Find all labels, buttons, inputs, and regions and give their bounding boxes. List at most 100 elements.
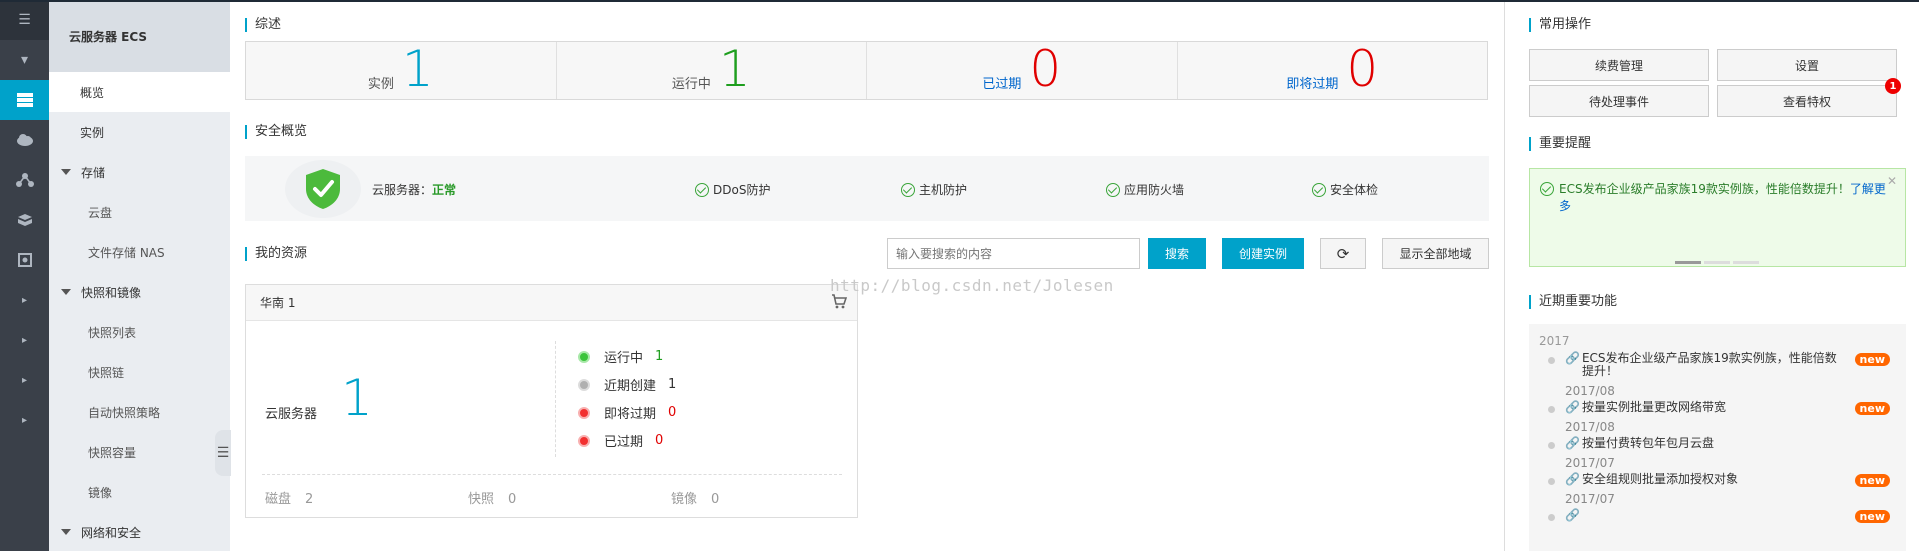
link-icon: 🔗 (1565, 472, 1580, 486)
cart-icon[interactable] (831, 294, 848, 313)
overview-label: 实例 (367, 77, 394, 92)
overview-count: 1 (718, 40, 751, 98)
link-icon: 🔗 (1565, 436, 1580, 450)
security-check-scan[interactable]: 安全体检 (1312, 181, 1378, 198)
sidebar-item[interactable]: 文件存储 NAS (49, 232, 230, 272)
overview-label[interactable]: 已过期 (982, 73, 1021, 92)
overview-label[interactable]: 即将过期 (1286, 73, 1338, 92)
close-icon[interactable]: ✕ (1887, 174, 1897, 188)
sidebar-item[interactable]: 自动快照策略 (49, 392, 230, 432)
sidebar-item-label: 网络和安全 (81, 525, 142, 540)
status-running: 运行中 1 (578, 347, 663, 366)
sidebar-group[interactable]: 快照和镜像 (49, 272, 230, 312)
sidebar-collapse-handle[interactable]: ☰ (215, 430, 231, 476)
show-all-regions-button[interactable]: 显示全部地域 (1382, 238, 1489, 269)
icon-rail: ☰ ▾ ▸ ▸ ▸ ▸ (0, 0, 49, 551)
security-title: 安全概览 (245, 125, 307, 139)
status-label: 已过期 (604, 435, 644, 450)
overview-instances[interactable]: 实例 1 (246, 42, 557, 99)
link-icon: 🔗 (1565, 508, 1580, 522)
status-value[interactable]: 1 (655, 349, 663, 364)
status-expired: 已过期 0 (578, 431, 663, 450)
recent-feature-item[interactable]: 🔗 ECS发布企业级产品家族19款实例族，性能倍数提升！ 2017/08 new (1539, 352, 1896, 398)
recent-feature-item[interactable]: 🔗 new (1539, 509, 1896, 523)
network-icon[interactable] (0, 160, 49, 200)
cloud-icon[interactable] (0, 120, 49, 160)
status-label: 运行中 (604, 351, 644, 366)
overview-label: 运行中 (671, 77, 711, 92)
chevron-down-icon[interactable]: ▾ (0, 40, 49, 80)
bottom-value[interactable]: 2 (305, 492, 313, 507)
search-button[interactable]: 搜索 (1148, 238, 1206, 269)
security-icon[interactable] (0, 240, 49, 280)
snapshot-count: 快照 0 (468, 488, 516, 507)
create-instance-button[interactable]: 创建实例 (1222, 238, 1304, 269)
feature-title-row: 🔗 (1565, 509, 1896, 522)
sidebar-item-label: 文件存储 NAS (88, 245, 165, 260)
feature-date: 2017/08 (1565, 384, 1615, 398)
overview-expiring[interactable]: 即将过期 0 (1178, 42, 1488, 99)
sidebar-item[interactable]: 快照容量 (49, 432, 230, 472)
sidebar-group[interactable]: 存储 (49, 152, 230, 192)
storage-icon[interactable] (0, 200, 49, 240)
pending-events-button[interactable]: 待处理事件 (1529, 85, 1709, 117)
server-icon[interactable] (0, 80, 49, 120)
caret-down-icon (61, 169, 71, 175)
bullet (1548, 442, 1555, 449)
sidebar-item[interactable]: 快照链 (49, 352, 230, 392)
region-server-count[interactable]: 1 (341, 373, 373, 423)
shield-icon (285, 159, 361, 218)
carousel-pager[interactable] (1675, 261, 1759, 264)
chevron-right-icon[interactable]: ▸ (0, 320, 49, 360)
region-name: 华南 1 (260, 296, 296, 310)
status-value[interactable]: 1 (668, 377, 676, 392)
feature-title[interactable]: ECS发布企业级产品家族19款实例族，性能倍数提升！ (1582, 352, 1846, 378)
status-value[interactable]: 0 (668, 405, 676, 420)
feature-title[interactable]: 安全组规则批量添加授权对象 (1582, 473, 1738, 486)
sidebar: 云服务器 ECS 概览 实例 存储 云盘 文件存储 NAS 快照和镜像 快照列表 快照链 自动快… (49, 0, 230, 551)
feature-title[interactable]: 按量实例批量更改网络带宽 (1582, 401, 1726, 414)
sidebar-item[interactable]: 云盘 (49, 192, 230, 232)
security-check-ddos[interactable]: DDoS防护 (695, 181, 770, 198)
sidebar-item[interactable]: 快照列表 (49, 312, 230, 352)
notice-panel: ECS发布企业级产品家族19款实例族，性能倍数提升！了解更多 ✕ (1529, 168, 1906, 267)
menu-icon[interactable]: ☰ (0, 0, 49, 40)
view-privileges-button[interactable]: 查看特权 (1717, 85, 1897, 117)
status-label: 近期创建 (604, 379, 657, 394)
sidebar-item[interactable]: 实例 (49, 112, 230, 152)
chevron-right-icon[interactable]: ▸ (0, 360, 49, 400)
link-icon: 🔗 (1565, 400, 1580, 414)
sidebar-group[interactable]: 网络和安全 (49, 512, 230, 552)
sidebar-item-label: 快照链 (88, 365, 125, 380)
image-count: 镜像 0 (671, 488, 719, 507)
bottom-value[interactable]: 0 (711, 492, 719, 507)
sidebar-item-label: 镜像 (88, 485, 113, 500)
check-circle-icon (1106, 182, 1120, 197)
check-label: DDoS防护 (713, 183, 771, 197)
overview-expired[interactable]: 已过期 0 (867, 42, 1178, 99)
chevron-right-icon[interactable]: ▸ (0, 280, 49, 320)
sidebar-item[interactable]: 镜像 (49, 472, 230, 512)
refresh-button[interactable]: ⟳ (1320, 238, 1366, 269)
check-circle-icon (1540, 182, 1554, 196)
sidebar-item-label: 快照和镜像 (81, 285, 142, 300)
status-dot-red (578, 434, 590, 447)
status-value[interactable]: 0 (655, 433, 663, 448)
search-input[interactable] (887, 238, 1140, 269)
sidebar-item-label: 存储 (81, 165, 106, 180)
sidebar-item[interactable]: 概览 (49, 72, 230, 112)
recent-feature-item[interactable]: 🔗 按量实例批量更改网络带宽 2017/08 new (1539, 401, 1896, 434)
security-check-host[interactable]: 主机防护 (901, 181, 967, 198)
check-label: 安全体检 (1330, 183, 1379, 197)
security-check-waf[interactable]: 应用防火墙 (1106, 181, 1184, 198)
disk-count: 磁盘 2 (265, 488, 313, 507)
feature-title[interactable]: 按量付费转包年包月云盘 (1582, 437, 1714, 450)
check-label: 主机防护 (919, 183, 968, 197)
overview-running[interactable]: 运行中 1 (557, 40, 867, 99)
chevron-right-icon[interactable]: ▸ (0, 400, 49, 440)
recent-feature-item[interactable]: 🔗 按量付费转包年包月云盘 2017/07 (1539, 437, 1896, 470)
renewal-button[interactable]: 续费管理 (1529, 49, 1709, 81)
bottom-value[interactable]: 0 (508, 492, 516, 507)
settings-button[interactable]: 设置 (1717, 49, 1897, 81)
recent-feature-item[interactable]: 🔗 安全组规则批量添加授权对象 2017/07 new (1539, 473, 1896, 506)
